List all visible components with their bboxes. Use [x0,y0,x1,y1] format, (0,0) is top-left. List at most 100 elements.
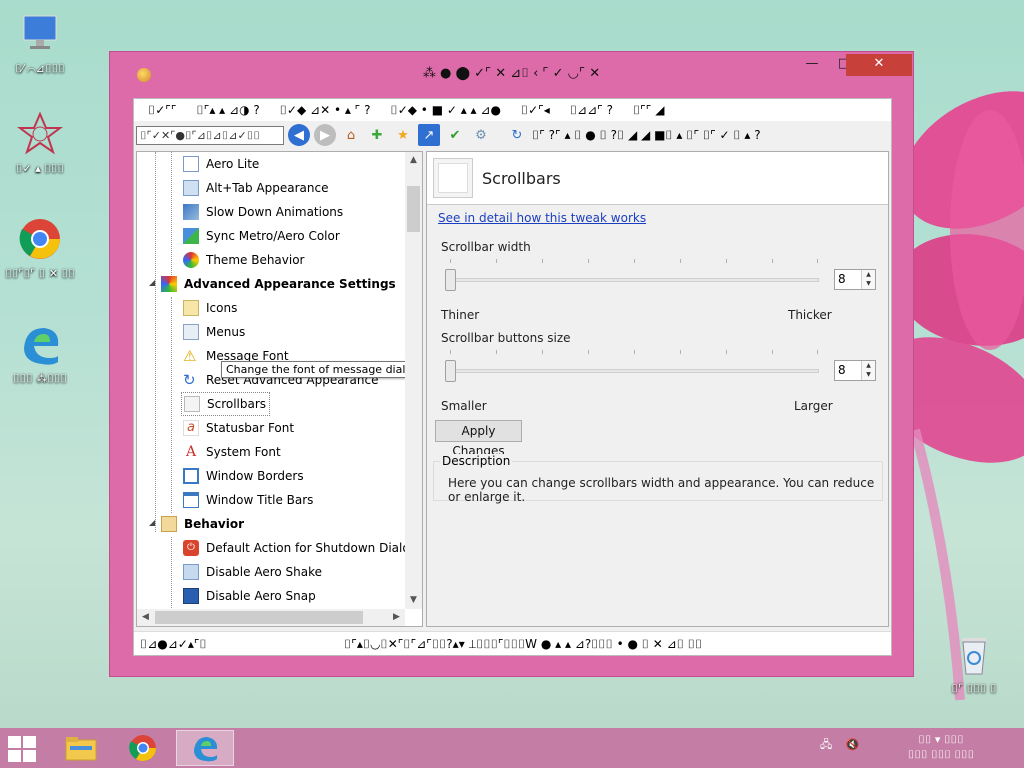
network-icon[interactable]: 🖧 [820,738,832,751]
scroll-down-icon[interactable]: ▼ [405,592,422,609]
forward-arrow-icon[interactable]: ▶ [314,124,336,146]
clock[interactable]: ⌷⌷ ▾ ⌷⌷⌷ ⌷⌷⌷ ⌷⌷⌷ ⌷⌷⌷ [886,732,996,762]
tree-item[interactable]: Window Borders [183,464,304,488]
alttab-icon [183,180,199,196]
window-title: ⁂ ● ⬤ ✓⌜ ✕ ⊿⌷ ‹ ⌜ ✓ ◡⌜ ✕ [422,66,601,81]
menu-item[interactable]: ⌷✓◆ • ■ ✓ ▴ ▴ ⊿● [381,103,511,118]
desktop-icon-label: ⌷⌷⌜⌷⌜ ⌷ ✕ ⌷⌷ [5,267,75,280]
tree-item[interactable]: Sync Metro/Aero Color [183,224,340,248]
aero-snap-icon [183,588,199,604]
horizontal-scrollbar[interactable]: ◀ ▶ [137,609,405,626]
tree-category[interactable]: Advanced Appearance Settings [161,272,396,296]
tree-item[interactable]: A System Font [183,440,281,464]
description-text: Here you can change scrollbars width and… [448,476,875,504]
shortcut-arrow-icon[interactable]: ↗ [418,124,440,146]
scrollbar-width-stepper[interactable]: 8 ▲ ▼ [834,269,876,290]
tree-item[interactable]: Menus [183,320,245,344]
menu-item[interactable]: ⌷✓⌜⌜ [138,103,187,118]
tree-item-label: Disable Aero Shake [206,565,323,579]
menu-item[interactable]: ⌷⌜⌜ ◢ [623,103,675,118]
favorites-star-icon[interactable]: ★ [392,124,414,146]
home-icon[interactable]: ⌂ [340,124,362,146]
desktop-icon-computer[interactable]: ⌷⁄ ⌒⊿⌷⌷⌷ [0,10,80,75]
tree-item[interactable]: Alt+Tab Appearance [183,176,328,200]
title-bar[interactable]: ⁂ ● ⬤ ✓⌜ ✕ ⊿⌷ ‹ ⌜ ✓ ◡⌜ ✕ — □ ✕ [110,52,913,97]
volume-muted-icon[interactable]: 🔇 [846,738,860,751]
scroll-left-icon[interactable]: ◀ [137,609,154,626]
tree-item[interactable]: Disable Aero Snap [183,584,316,608]
stepper-arrows-icon[interactable]: ▲ ▼ [861,270,875,289]
file-explorer-icon [65,737,97,761]
buttons-size-slider[interactable] [445,350,821,382]
tree-item[interactable]: a Statusbar Font [183,416,294,440]
tree-item[interactable]: Aero Lite [183,152,259,176]
scroll-right-icon[interactable]: ▶ [388,609,405,626]
tweaks-tree[interactable]: Aero Lite Alt+Tab Appearance Slow Down A… [136,151,423,627]
tree-item-label: System Font [206,445,281,459]
checkmark-icon[interactable]: ✔ [444,124,466,146]
status-right-text[interactable]: ⌷⌜▴⌷◡⌷✕⌜⌷⌜⊿⌜⌷⌷?▴▾ ⟂⌷⌷⌷⌜⌷⌷⌷W ● ▴ ▴ ⊿?⌷⌷⌷ … [344,637,702,652]
desktop-icon-chrome[interactable]: ⌷⌷⌜⌷⌜ ⌷ ✕ ⌷⌷ [0,215,80,280]
tree-item[interactable]: ⏻ Default Action for Shutdown Dialog [183,536,417,560]
menu-item[interactable]: ⌷✓◆ ⊿✕ • ▴ ⌜ ? [270,103,381,118]
page-title: Scrollbars [482,169,561,188]
tree-item[interactable]: Theme Behavior [183,248,305,272]
desktop-icon-recycle-bin[interactable]: ⌷⌜ ⌷⌷⌷ ⌷ [934,630,1014,695]
tree-item-label: Menus [206,325,246,339]
taskbar-file-explorer[interactable] [52,730,110,766]
menu-item[interactable]: ⌷⊿⊿⌜ ? [560,103,623,118]
desktop-icon-app[interactable]: ⌷✓ ▴ ⌷⌷⌷ [0,110,80,175]
tree-item[interactable]: Icons [183,296,237,320]
desktop-icon-edge[interactable]: ⌷⌷⌷ ⁂⌷⌷⌷ [0,320,80,385]
palette-icon [161,276,177,292]
app-window: ⁂ ● ⬤ ✓⌜ ✕ ⊿⌷ ‹ ⌜ ✓ ◡⌜ ✕ — □ ✕ ⌷✓⌜⌜ ⌷⌜▴ … [109,51,914,677]
scroll-up-icon[interactable]: ▲ [405,152,422,169]
slider-knob[interactable] [445,360,456,382]
menu-item[interactable]: ⌷⌜▴ ▴ ⊿◑ ? [187,103,270,118]
add-favorite-icon[interactable]: ✚ [366,124,388,146]
tree-item[interactable]: Disable Aero Shake [183,560,322,584]
tree-category-label: Behavior [184,517,245,531]
desktop-icon-label: ⌷⌷⌷ ⁂⌷⌷⌷ [12,372,68,385]
refresh-icon[interactable]: ↻ [506,124,528,146]
scroll-thumb[interactable] [407,186,420,232]
close-button[interactable]: ✕ [846,54,912,76]
window-client: ⌷✓⌜⌜ ⌷⌜▴ ▴ ⊿◑ ? ⌷✓◆ ⊿✕ • ▴ ⌜ ? ⌷✓◆ • ■ ✓… [133,98,892,656]
collapse-arrow-icon[interactable]: ◢ [149,518,155,527]
search-input[interactable]: ⌷⌜✓✕⌜●⌷⌜⊿⌷⊿⌷⊿✓⌷⌷ [136,125,284,145]
collapse-arrow-icon[interactable]: ◢ [149,278,155,287]
description-title: Description [440,454,513,468]
slider-knob[interactable] [445,269,456,291]
buttons-size-stepper[interactable]: 8 ▲ ▼ [834,360,876,381]
vertical-scrollbar[interactable]: ▲ ▼ [405,152,422,609]
color-sync-icon [183,228,199,244]
detail-link[interactable]: See in detail how this tweak works [438,211,646,225]
tree-item[interactable]: Slow Down Animations [183,200,343,224]
content-header: Scrollbars [427,152,888,205]
scroll-thumb[interactable] [155,611,363,624]
tree-item-label: Default Action for Shutdown Dialog [206,541,418,555]
thinner-label: Thiner [441,308,480,322]
desktop-icon-label: ⌷⌜ ⌷⌷⌷ ⌷ [951,682,997,695]
tree-category[interactable]: Behavior [161,512,244,536]
scrollbar-width-slider[interactable] [445,259,821,291]
statusbar-font-icon: a [183,420,199,436]
toolbar-label[interactable]: ⌷⌜ ?⌜ ▴ ⌷ ● ⌷ ?⌷ ◢ ◢ ■⌷ ▴ ⌷⌜ ⌷⌜ ✓ ⌷ ▴ ? [532,128,761,143]
taskbar-chrome[interactable] [114,730,172,766]
status-left-text[interactable]: ⌷⊿●⊿✓▴⌜⌷ [140,637,207,652]
apply-changes-button[interactable]: Apply Changes [435,420,522,458]
aero-shake-icon [183,564,199,580]
minimize-button[interactable]: — [796,54,828,76]
taskbar-edge[interactable] [176,730,234,766]
tree-item-selected[interactable]: Scrollbars [181,392,271,416]
start-button[interactable] [8,736,38,762]
stepper-arrows-icon[interactable]: ▲ ▼ [861,361,875,380]
icons-icon [183,300,199,316]
tree-item[interactable]: Window Title Bars [183,488,313,512]
gear-icon[interactable]: ⚙ [470,124,492,146]
menu-item[interactable]: ⌷✓⌜◂ [511,103,560,118]
system-tray[interactable]: 🖧 🔇 [820,736,859,755]
computer-icon [16,10,64,58]
back-arrow-icon[interactable]: ◀ [288,124,310,146]
tree-item-label: Scrollbars [207,397,267,411]
